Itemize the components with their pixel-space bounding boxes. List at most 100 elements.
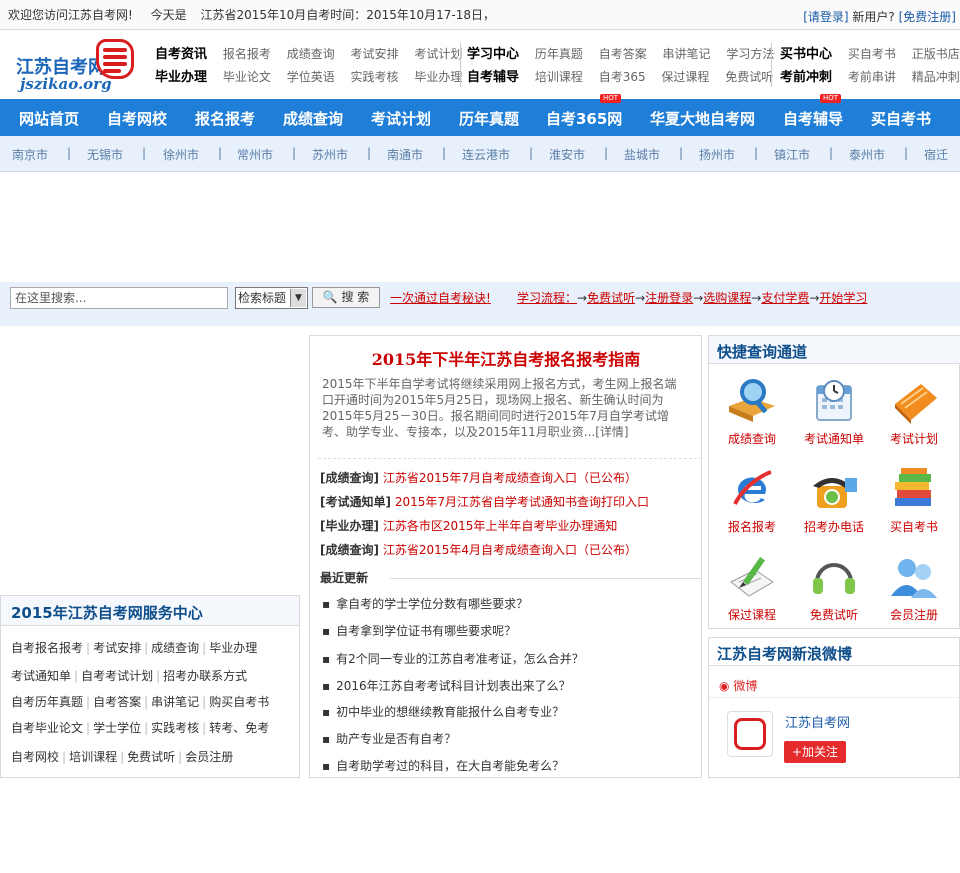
header-heading[interactable]: 自考辅导 — [467, 70, 519, 85]
flow-step-trial[interactable]: 免费试听 — [587, 291, 635, 305]
login-link[interactable]: [请登录] — [803, 10, 848, 24]
header-link[interactable]: 成绩查询 — [287, 47, 335, 61]
city-link[interactable]: 徐州市 — [163, 146, 199, 163]
service-link[interactable]: 培训课程 — [69, 750, 117, 764]
quick-item-free-trial[interactable]: 免费试听 — [795, 552, 873, 623]
follow-button[interactable]: +加关注 — [784, 741, 846, 763]
header-link[interactable]: 培训课程 — [535, 70, 583, 84]
service-link[interactable]: 考试通知单 — [11, 669, 71, 683]
search-input[interactable]: 在这里搜索... — [10, 287, 228, 309]
header-link[interactable]: 实践考核 — [351, 70, 399, 84]
service-link[interactable]: 自考毕业论文 — [11, 721, 83, 735]
news-item[interactable]: [成绩查询] 江苏省2015年7月自考成绩查询入口（已公布） — [320, 469, 637, 486]
nav-exam-plan[interactable]: 考试计划 — [371, 108, 431, 129]
header-heading[interactable]: 学习中心 — [467, 47, 519, 62]
list-item[interactable]: ▪ 2016年江苏自考考试科目计划表出来了么？ — [322, 677, 571, 694]
header-heading[interactable]: 考前冲刺 — [780, 70, 832, 85]
quick-item-registration[interactable]: 报名报考 — [713, 464, 791, 535]
news-item[interactable]: [成绩查询] 江苏省2015年4月自考成绩查询入口（已公布） — [320, 541, 637, 558]
nav-huaxia[interactable]: 华夏大地自考网 — [650, 108, 755, 129]
header-link[interactable]: 毕业论文 — [223, 70, 271, 84]
service-link[interactable]: 购买自考书 — [209, 695, 269, 709]
header-link[interactable]: 报名报考 — [223, 47, 271, 61]
register-link[interactable]: [免费注册] — [899, 10, 956, 24]
pass-secret-link[interactable]: 一次通过自考秘诀! — [390, 289, 491, 306]
service-link[interactable]: 免费试听 — [127, 750, 175, 764]
quick-item-admission-notice[interactable]: 考试通知单 — [795, 376, 873, 447]
weibo-account-name[interactable]: 江苏自考网 — [785, 712, 850, 731]
quick-item-member-register[interactable]: 会员注册 — [875, 552, 953, 623]
nav-home[interactable]: 网站首页 — [19, 108, 79, 129]
news-item[interactable]: [考试通知单] 2015年7月江苏省自学考试通知书查询打印入口 — [320, 493, 649, 510]
city-link[interactable]: 盐城市 — [624, 146, 660, 163]
city-link[interactable]: 扬州市 — [699, 146, 735, 163]
city-link[interactable]: 宿迁 — [924, 146, 948, 163]
header-link[interactable]: 免费试听 — [725, 70, 773, 84]
list-item[interactable]: ▪ 有2个同一专业的江苏自考准考证，怎么合并？ — [322, 650, 584, 667]
flow-step-start[interactable]: 开始学习 — [819, 291, 867, 305]
search-type-select[interactable]: 检索标题 ▼ — [235, 287, 308, 309]
header-link[interactable]: 学习方法 — [726, 47, 774, 61]
weibo-brand[interactable]: ◉ 微博 — [719, 677, 757, 694]
service-link[interactable]: 毕业办理 — [209, 641, 257, 655]
search-button[interactable]: 🔍 搜 索 — [312, 287, 380, 308]
header-link[interactable]: 买自考书 — [848, 47, 896, 61]
quick-item-office-phone[interactable]: 招考办电话 — [795, 464, 873, 535]
header-heading[interactable]: 自考资讯 — [155, 47, 207, 62]
avatar[interactable] — [727, 711, 773, 757]
header-link[interactable]: 学位英语 — [287, 70, 335, 84]
study-flow-label[interactable]: 学习流程： — [517, 291, 577, 305]
city-link[interactable]: 南通市 — [387, 146, 423, 163]
header-heading[interactable]: 买书中心 — [780, 47, 832, 62]
service-link[interactable]: 转考、免考 — [209, 721, 269, 735]
header-link[interactable]: 精品冲刺 — [912, 70, 960, 84]
quick-item-exam-plan[interactable]: 考试计划 — [875, 376, 953, 447]
header-link[interactable]: 自考答案 — [599, 47, 647, 61]
service-link[interactable]: 会员注册 — [185, 750, 233, 764]
service-link[interactable]: 自考网校 — [11, 750, 59, 764]
header-link[interactable]: 考试安排 — [351, 47, 399, 61]
city-link[interactable]: 泰州市 — [849, 146, 885, 163]
nav-registration[interactable]: 报名报考 — [195, 108, 255, 129]
nav-online-school[interactable]: 自考网校 — [107, 108, 167, 129]
city-link[interactable]: 苏州市 — [312, 146, 348, 163]
city-link[interactable]: 常州市 — [237, 146, 273, 163]
flow-step-pay[interactable]: 支付学费 — [761, 291, 809, 305]
service-link[interactable]: 实践考核 — [151, 721, 199, 735]
list-item[interactable]: ▪ 拿自考的学士学位分数有哪些要求？ — [322, 595, 528, 612]
header-link[interactable]: 历年真题 — [535, 47, 583, 61]
service-link[interactable]: 自考报名报考 — [11, 641, 83, 655]
service-link[interactable]: 考试安排 — [93, 641, 141, 655]
list-item[interactable]: ▪ 助产专业是否有自考？ — [322, 730, 456, 747]
nav-zikao365[interactable]: 自考365网 — [546, 108, 622, 129]
nav-buy-books[interactable]: 买自考书 — [871, 108, 931, 129]
header-link[interactable]: 考试计划 — [414, 47, 462, 61]
header-link[interactable]: 正版书店 — [912, 47, 960, 61]
service-link[interactable]: 招考办联系方式 — [163, 669, 247, 683]
quick-item-scores[interactable]: 成绩查询 — [713, 376, 791, 447]
service-link[interactable]: 自考历年真题 — [11, 695, 83, 709]
news-item[interactable]: [毕业办理] 江苏各市区2015年上半年自考毕业办理通知 — [320, 517, 617, 534]
flow-step-register[interactable]: 注册登录 — [645, 291, 693, 305]
nav-tutoring[interactable]: 自考辅导 — [783, 108, 843, 129]
site-logo[interactable]: 江苏自考网 jszikao.org — [14, 39, 136, 97]
list-item[interactable]: ▪ 自考助学考过的科目，在大自考能免考么？ — [322, 757, 564, 774]
city-link[interactable]: 无锡市 — [87, 146, 123, 163]
header-link[interactable]: 自考365 — [599, 70, 646, 84]
city-link[interactable]: 连云港市 — [462, 146, 510, 163]
nav-scores[interactable]: 成绩查询 — [283, 108, 343, 129]
city-link[interactable]: 南京市 — [12, 146, 48, 163]
flow-step-choose[interactable]: 选购课程 — [703, 291, 751, 305]
header-link[interactable]: 毕业办理 — [414, 70, 462, 84]
header-link[interactable]: 串讲笔记 — [663, 47, 711, 61]
service-link[interactable]: 学士学位 — [93, 721, 141, 735]
quick-item-guaranteed-course[interactable]: 保过课程 — [713, 552, 791, 623]
quick-item-buy-books[interactable]: 买自考书 — [875, 464, 953, 535]
header-link[interactable]: 保过课程 — [661, 70, 709, 84]
service-link[interactable]: 自考答案 — [93, 695, 141, 709]
city-link[interactable]: 镇江市 — [774, 146, 810, 163]
service-link[interactable]: 成绩查询 — [151, 641, 199, 655]
service-link[interactable]: 串讲笔记 — [151, 695, 199, 709]
header-link[interactable]: 考前串讲 — [848, 70, 896, 84]
service-link[interactable]: 自考考试计划 — [81, 669, 153, 683]
